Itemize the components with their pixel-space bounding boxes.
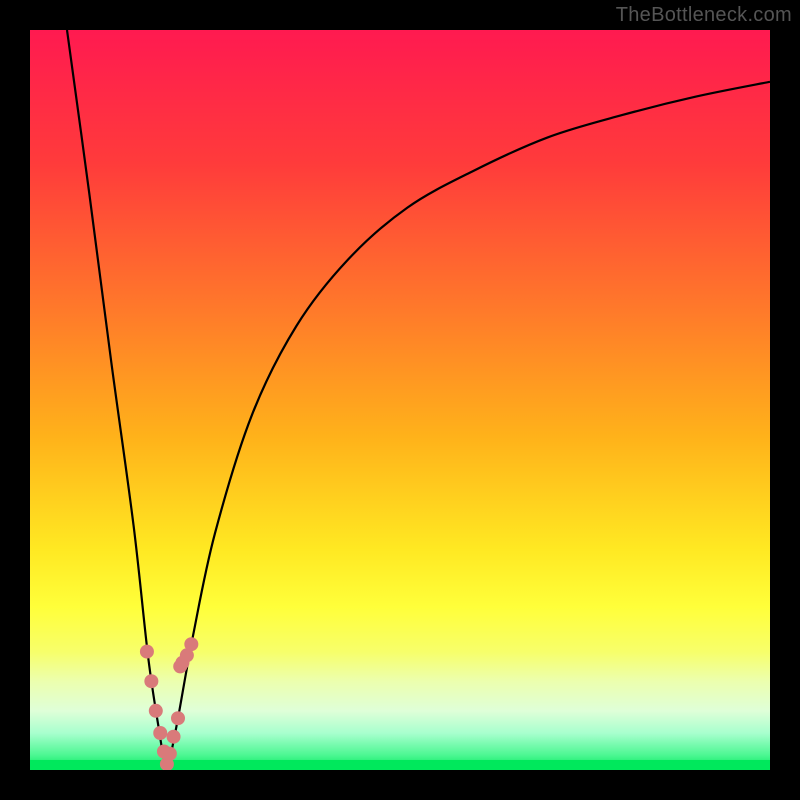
highlight-point	[140, 645, 154, 659]
highlight-point	[144, 674, 158, 688]
attribution-text: TheBottleneck.com	[616, 4, 792, 27]
highlight-point	[171, 711, 185, 725]
highlight-point	[153, 726, 167, 740]
highlight-point	[184, 637, 198, 651]
highlight-markers	[140, 637, 198, 770]
bottleneck-curve	[67, 30, 770, 766]
highlight-point	[167, 730, 181, 744]
plot-area	[30, 30, 770, 770]
chart-frame: TheBottleneck.com	[0, 0, 800, 800]
highlight-point	[163, 747, 177, 761]
curve-layer	[30, 30, 770, 770]
highlight-point	[149, 704, 163, 718]
